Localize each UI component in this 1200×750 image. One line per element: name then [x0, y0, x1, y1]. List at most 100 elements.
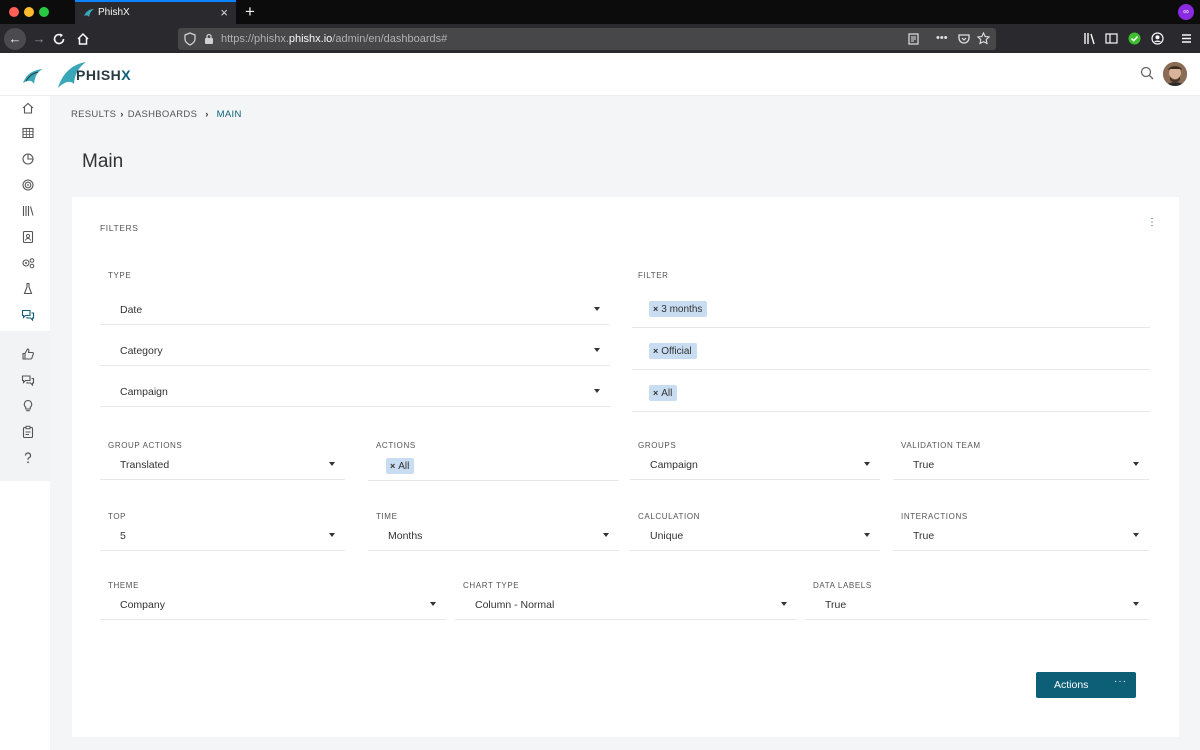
group-actions-value: Translated — [120, 459, 170, 471]
time-label: TIME — [376, 512, 398, 521]
filter-chip[interactable]: × 3 months — [649, 301, 708, 317]
contact-card-icon[interactable] — [21, 230, 35, 244]
caret-down-icon — [781, 602, 787, 606]
sidebar-toggle-icon[interactable] — [1105, 32, 1118, 45]
filter-chips-date[interactable]: × 3 months — [632, 294, 1150, 328]
help-key-icon[interactable] — [21, 451, 35, 465]
filter-chip[interactable]: × All — [649, 385, 678, 401]
forward-button[interactable]: → — [28, 28, 50, 50]
browser-tab-bar: PhishX × + ∞ — [0, 0, 1200, 24]
window-minimize-button[interactable] — [24, 7, 34, 17]
theme-value: Company — [120, 599, 165, 611]
breadcrumb-main: MAIN — [216, 109, 242, 120]
library-icon[interactable] — [21, 204, 35, 218]
chip-remove-icon[interactable]: × — [653, 388, 658, 398]
new-tab-button[interactable]: + — [240, 0, 260, 24]
caret-down-icon — [1133, 602, 1139, 606]
chip-remove-icon[interactable]: × — [653, 304, 658, 314]
chart-type-label: CHART TYPE — [463, 581, 520, 590]
chat-bubbles-icon[interactable] — [21, 308, 35, 322]
browser-toolbar: ← → https://phishx.phishx.io/admin/en/da… — [0, 24, 1200, 53]
app-header: PHISHX — [0, 53, 1200, 96]
home-icon[interactable] — [76, 32, 90, 46]
lock-icon[interactable] — [204, 33, 214, 45]
home-icon[interactable] — [21, 101, 35, 115]
page-actions-icon[interactable]: ••• — [936, 32, 948, 44]
interactions-select[interactable]: True — [893, 521, 1149, 551]
type-select-campaign[interactable]: Campaign — [100, 377, 610, 407]
pocket-icon[interactable] — [958, 33, 970, 45]
url-bar[interactable]: https://phishx.phishx.io/admin/en/dashbo… — [178, 28, 996, 50]
chart-type-value: Column - Normal — [475, 599, 555, 611]
caret-down-icon — [594, 389, 600, 393]
tab-close-icon[interactable]: × — [220, 5, 228, 20]
phishx-favicon-icon — [84, 9, 94, 17]
actions-chip[interactable]: × All — [386, 458, 415, 474]
browser-tab[interactable]: PhishX × — [75, 0, 236, 24]
card-menu-kebab-icon[interactable]: ⋮ — [1147, 218, 1157, 233]
tracking-shield-icon[interactable] — [184, 32, 196, 46]
caret-down-icon — [864, 533, 870, 537]
menu-hamburger-icon[interactable] — [1180, 32, 1193, 45]
private-mask-icon[interactable]: ∞ — [1178, 4, 1194, 20]
filter-chips-category[interactable]: × Official — [632, 336, 1150, 370]
type-select-value: Campaign — [120, 386, 168, 398]
top-value: 5 — [120, 530, 126, 542]
actions-button-label: Actions — [1054, 679, 1089, 691]
comments-icon[interactable] — [21, 373, 35, 387]
validation-team-value: True — [913, 459, 935, 471]
target-icon[interactable] — [21, 178, 35, 192]
back-button[interactable]: ← — [4, 28, 26, 50]
tab-title: PhishX — [98, 7, 130, 18]
chip-remove-icon[interactable]: × — [390, 461, 395, 471]
library-icon[interactable] — [1083, 32, 1096, 45]
clipboard-icon[interactable] — [21, 425, 35, 439]
extension-check-icon[interactable] — [1128, 32, 1141, 45]
flask-icon[interactable] — [21, 282, 35, 296]
theme-label: THEME — [108, 581, 139, 590]
interactions-value: True — [913, 530, 935, 542]
actions-button[interactable]: Actions ··· — [1036, 672, 1136, 698]
page-title: Main — [82, 151, 124, 172]
validation-team-label: VALIDATION TEAM — [901, 441, 981, 450]
account-icon[interactable] — [1151, 32, 1164, 45]
type-label: TYPE — [108, 271, 132, 280]
pie-chart-icon[interactable] — [21, 152, 35, 166]
bookmark-star-icon[interactable] — [977, 32, 990, 45]
groups-select[interactable]: Campaign — [630, 450, 880, 480]
data-labels-select[interactable]: True — [805, 590, 1149, 620]
chip-remove-icon[interactable]: × — [653, 346, 658, 356]
type-select-date[interactable]: Date — [100, 295, 610, 325]
type-select-category[interactable]: Category — [100, 336, 610, 366]
breadcrumb-results[interactable]: RESULTS — [71, 109, 116, 120]
settings-gears-icon[interactable] — [21, 256, 35, 270]
data-labels-label: DATA LABELS — [813, 581, 872, 590]
groups-value: Campaign — [650, 459, 698, 471]
reader-view-icon[interactable] — [908, 33, 919, 45]
window-close-button[interactable] — [9, 7, 19, 17]
avatar-image — [1163, 62, 1187, 86]
time-select[interactable]: Months — [368, 521, 619, 551]
filter-chips-campaign[interactable]: × All — [632, 378, 1150, 412]
calculation-select[interactable]: Unique — [630, 521, 880, 551]
filter-chip[interactable]: × Official — [649, 343, 697, 359]
validation-team-select[interactable]: True — [893, 450, 1149, 480]
thumbs-up-icon[interactable] — [21, 347, 35, 361]
search-icon[interactable] — [1140, 66, 1154, 80]
dashboard-grid-icon[interactable] — [21, 126, 35, 140]
phishx-fish-icon[interactable] — [22, 67, 44, 85]
top-select[interactable]: 5 — [100, 521, 345, 551]
group-actions-select[interactable]: Translated — [100, 450, 345, 480]
top-label: TOP — [108, 512, 127, 521]
more-options-icon[interactable]: ··· — [1114, 676, 1127, 687]
url-text[interactable]: https://phishx.phishx.io/admin/en/dashbo… — [221, 33, 447, 45]
lightbulb-icon[interactable] — [21, 399, 35, 413]
theme-select[interactable]: Company — [100, 590, 446, 620]
reload-icon[interactable] — [52, 32, 66, 46]
type-select-value: Date — [120, 304, 143, 316]
user-avatar[interactable] — [1163, 62, 1187, 86]
chart-type-select[interactable]: Column - Normal — [455, 590, 797, 620]
actions-chips[interactable]: × All — [368, 450, 619, 481]
breadcrumb-dashboards[interactable]: DASHBOARDS — [128, 109, 198, 120]
window-maximize-button[interactable] — [39, 7, 49, 17]
